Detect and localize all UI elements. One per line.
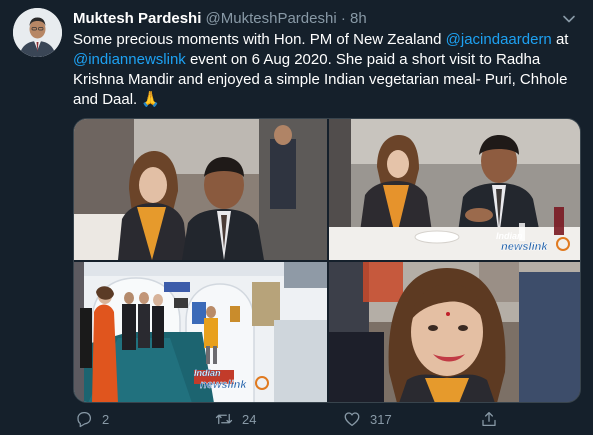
pm-selfie-photo [329, 262, 580, 402]
share-icon [482, 411, 496, 427]
user-handle[interactable]: @MukteshPardeshi [206, 10, 337, 27]
like-count: 317 [370, 411, 392, 427]
tweet-actions: 2 24 317 [73, 407, 513, 431]
event-photo-dinner-table: Indian newslink [329, 119, 580, 260]
heart-icon [344, 412, 360, 427]
reply-button[interactable]: 2 [75, 407, 109, 431]
mention-link[interactable]: @jacindaardern [446, 31, 552, 48]
tweet[interactable]: Muktesh Pardeshi @MukteshPardeshi · 8h S… [0, 0, 593, 435]
retweet-button[interactable]: 24 [215, 407, 256, 431]
folded-hands-emoji: 🙏 [141, 91, 161, 108]
tweet-text-part: at [551, 31, 569, 48]
separator-dot: · [340, 10, 346, 27]
tweet-text-part: Some precious moments with Hon. PM of Ne… [73, 31, 446, 48]
photo-3[interactable]: Indian newslink [74, 262, 327, 402]
chevron-down-icon [563, 15, 575, 23]
retweet-icon [215, 413, 233, 425]
retweet-count: 24 [242, 411, 257, 427]
event-photo-pm-and-host [74, 119, 327, 260]
photo-4[interactable] [329, 262, 580, 402]
watermark-text-2: newslink [501, 241, 548, 253]
share-button[interactable] [480, 407, 507, 431]
more-options-button[interactable] [559, 9, 579, 29]
timestamp[interactable]: 8h [350, 10, 367, 27]
avatar-image [13, 8, 62, 57]
tweet-header: Muktesh Pardeshi @MukteshPardeshi · 8h [73, 9, 367, 29]
media-grid: Indian newslink Indian newslink [73, 118, 581, 403]
mention-link[interactable]: @indiannewslink [73, 51, 186, 68]
photo-2[interactable]: Indian newslink [329, 119, 580, 260]
avatar[interactable] [13, 8, 62, 57]
reply-count: 2 [102, 411, 110, 427]
watermark-text-1: Indian [194, 368, 221, 378]
display-name[interactable]: Muktesh Pardeshi [73, 10, 201, 27]
watermark-text-1: Indian [496, 231, 523, 241]
reply-icon [77, 411, 92, 428]
photo-1[interactable] [74, 119, 327, 260]
like-button[interactable]: 317 [343, 407, 392, 431]
tweet-text: Some precious moments with Hon. PM of Ne… [73, 30, 583, 110]
temple-visit-photo: Indian newslink [74, 262, 327, 402]
watermark-text-2: newslink [200, 379, 247, 391]
